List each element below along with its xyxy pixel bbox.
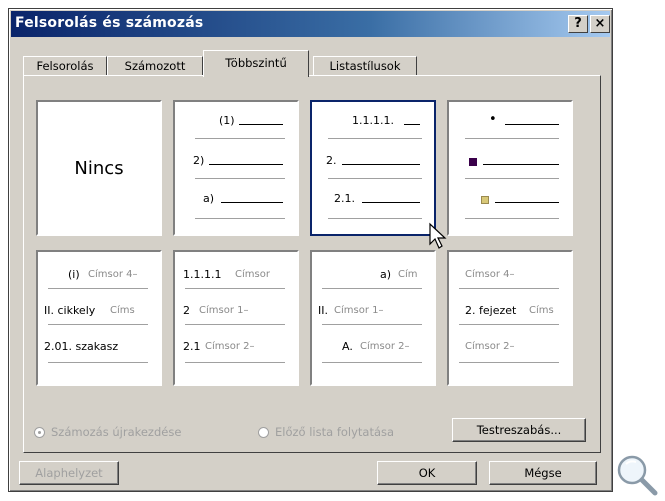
preview-line bbox=[195, 138, 285, 139]
preview-line bbox=[465, 178, 559, 179]
heading-label: Címsor 2– bbox=[205, 341, 255, 352]
preview-line bbox=[459, 362, 559, 363]
preview-line bbox=[404, 124, 420, 125]
preview-line bbox=[322, 362, 422, 363]
preview-line bbox=[185, 362, 285, 363]
level-label: 2.1 bbox=[183, 340, 201, 353]
style-cell-4[interactable]: • bbox=[447, 100, 573, 236]
restart-numbering-option[interactable]: Számozás újrakezdése bbox=[34, 425, 181, 439]
preview-line bbox=[185, 324, 285, 325]
level-label: 1.1.1.1 bbox=[183, 268, 222, 281]
heading-label: Címsor 1– bbox=[199, 305, 249, 316]
level-label: 2. bbox=[326, 154, 337, 167]
title-bar: Felsorolás és számozás ? × bbox=[11, 11, 610, 37]
level-label: 2 bbox=[183, 304, 190, 317]
style-cell-2[interactable]: (1) 2) a) bbox=[173, 100, 299, 236]
preview-line bbox=[221, 202, 283, 203]
style-cell-6[interactable]: 1.1.1.1 Címsor 2 Címsor 1– 2.1 Címsor 2– bbox=[173, 250, 299, 386]
preview-line bbox=[48, 288, 148, 289]
style-cell-3-selected[interactable]: 1.1.1.1. 2. 2.1. bbox=[310, 100, 436, 236]
tab-panel: Nincs (1) 2) a) 1.1.1.1. 2. 2.1. • (i) C… bbox=[23, 75, 601, 453]
heading-label: Cím bbox=[398, 269, 418, 280]
heading-label: Címsor 2– bbox=[360, 341, 410, 352]
preview-line bbox=[48, 324, 148, 325]
preview-line bbox=[465, 138, 559, 139]
level-label: 1.1.1.1. bbox=[352, 114, 394, 127]
tan-square-bullet-icon bbox=[481, 196, 489, 204]
style-cell-none[interactable]: Nincs bbox=[36, 100, 162, 236]
help-icon: ? bbox=[574, 16, 582, 31]
preview-line bbox=[322, 288, 422, 289]
style-cell-8[interactable]: Címsor 4– 2. fejezet Címs Címsor 2– bbox=[447, 250, 573, 386]
level-label: a) bbox=[380, 268, 392, 281]
tab-tobbszintu[interactable]: Többszintű bbox=[203, 50, 309, 77]
preview-line bbox=[48, 362, 148, 363]
level-label: 2. fejezet bbox=[465, 304, 517, 317]
preview-line bbox=[459, 288, 559, 289]
help-button[interactable]: ? bbox=[568, 15, 588, 33]
preview-line bbox=[505, 124, 559, 125]
level-label: 2) bbox=[193, 154, 205, 167]
preview-line bbox=[328, 178, 422, 179]
preview-line bbox=[322, 324, 422, 325]
level-label: 2.01. szakasz bbox=[44, 340, 119, 353]
reset-button[interactable]: Alaphelyzet bbox=[19, 461, 119, 485]
list-style-gallery: Nincs (1) 2) a) 1.1.1.1. 2. 2.1. • (i) C… bbox=[36, 100, 587, 394]
preview-line bbox=[209, 164, 283, 165]
preview-line bbox=[342, 164, 420, 165]
style-cell-7[interactable]: a) Cím II. Címsor 1– A. Címsor 2– bbox=[310, 250, 436, 386]
magnifier-icon[interactable] bbox=[614, 452, 660, 498]
mouse-pointer-icon bbox=[429, 222, 447, 249]
none-label: Nincs bbox=[74, 158, 124, 179]
tab-listastilusok[interactable]: Listastílusok bbox=[313, 56, 417, 76]
close-icon: × bbox=[594, 16, 606, 31]
heading-label: Címsor 4– bbox=[88, 269, 138, 280]
close-button[interactable]: × bbox=[590, 15, 610, 33]
preview-line bbox=[362, 202, 420, 203]
level-label: 2.1. bbox=[334, 192, 355, 205]
preview-line bbox=[465, 218, 559, 219]
preview-line bbox=[195, 178, 285, 179]
level-label: a) bbox=[203, 192, 215, 205]
preview-line bbox=[195, 218, 285, 219]
heading-label: Címsor bbox=[235, 269, 270, 280]
preview-line bbox=[459, 324, 559, 325]
preview-line bbox=[483, 164, 559, 165]
level-label: (1) bbox=[219, 114, 235, 127]
level-label: (i) bbox=[68, 268, 80, 281]
preview-line bbox=[328, 138, 422, 139]
preview-line bbox=[328, 218, 422, 219]
heading-label: Címsor 1– bbox=[334, 305, 384, 316]
bullet-dot-icon: • bbox=[489, 112, 497, 127]
preview-line bbox=[239, 124, 283, 125]
ok-button[interactable]: OK bbox=[377, 461, 477, 485]
heading-label: Címsor 2– bbox=[465, 341, 515, 352]
heading-label: Címs bbox=[529, 305, 554, 316]
window-title: Felsorolás és számozás bbox=[15, 15, 204, 31]
heading-label: Címsor 4– bbox=[465, 269, 515, 280]
cancel-button[interactable]: Mégse bbox=[489, 461, 597, 485]
bullets-numbering-dialog: Felsorolás és számozás ? × Felsorolás Sz… bbox=[8, 8, 613, 492]
level-label: II. bbox=[318, 304, 328, 317]
level-label: A. bbox=[342, 340, 353, 353]
level-label: II. cikkely bbox=[44, 304, 96, 317]
preview-line bbox=[185, 288, 285, 289]
heading-label: Címs bbox=[110, 305, 135, 316]
continue-list-option[interactable]: Előző lista folytatása bbox=[258, 425, 394, 439]
radio-icon bbox=[258, 427, 269, 438]
preview-line bbox=[495, 202, 559, 203]
radio-selected-icon bbox=[34, 427, 45, 438]
tab-felsorolas[interactable]: Felsorolás bbox=[23, 56, 107, 76]
tab-szamozott[interactable]: Számozott bbox=[107, 56, 203, 76]
customize-button[interactable]: Testreszabás... bbox=[452, 418, 586, 442]
style-cell-5[interactable]: (i) Címsor 4– II. cikkely Címs 2.01. sza… bbox=[36, 250, 162, 386]
purple-square-bullet-icon bbox=[469, 158, 477, 166]
